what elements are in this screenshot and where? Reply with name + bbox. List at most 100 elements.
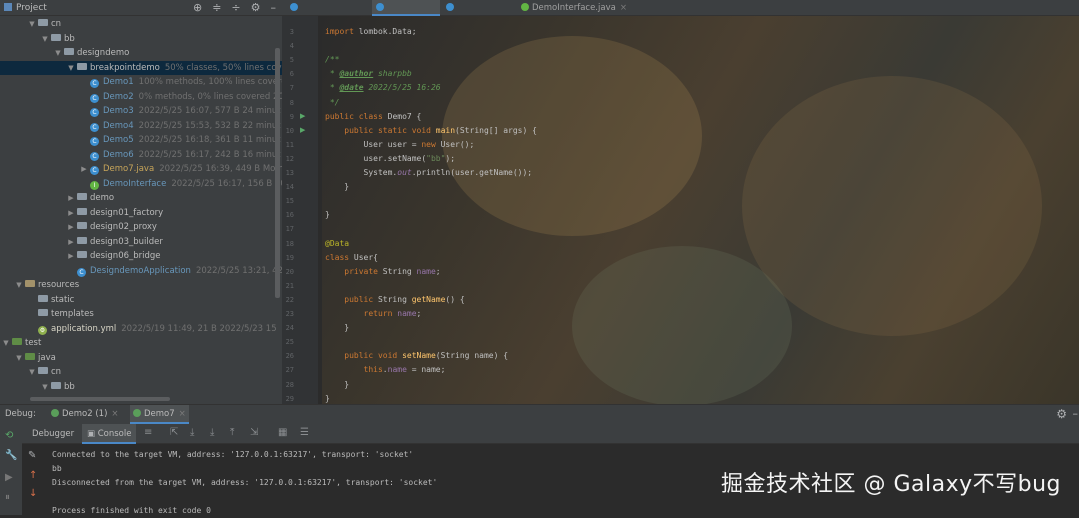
code-line: * @author sharpbb	[325, 67, 412, 81]
close-icon[interactable]: ×	[179, 409, 186, 419]
resume-icon[interactable]: ▶	[5, 472, 13, 483]
code-token: Demo7 {	[387, 111, 422, 121]
tree-item[interactable]: C Demo4 2022/5/25 15:53, 532 B 22 minut	[0, 119, 282, 134]
debug-label: Debug:	[5, 409, 36, 419]
run-icon[interactable]: ▶	[300, 126, 305, 134]
chevron-down-icon[interactable]: ▼	[1, 336, 11, 351]
code-token: out	[397, 168, 412, 177]
code-line: }	[325, 180, 349, 194]
line-number: 23	[285, 310, 294, 318]
chevron-right-icon[interactable]: ▶	[66, 235, 76, 250]
tree-item[interactable]: ▼ test	[0, 336, 282, 351]
tree-item[interactable]: ▼ designdemo	[0, 46, 282, 61]
menu-icon[interactable]: ≡	[144, 427, 152, 438]
chevron-right-icon[interactable]: ▶	[79, 162, 89, 177]
code-token: name	[397, 309, 417, 318]
show-execution-point-icon[interactable]: ⇱	[170, 427, 178, 438]
chevron-down-icon[interactable]: ▼	[40, 32, 50, 47]
tree-item[interactable]: ▶ C Demo7.java 2022/5/25 16:39, 449 B Mome	[0, 162, 282, 177]
tree-item[interactable]: C Demo1 100% methods, 100% lines covere	[0, 75, 282, 90]
console-icon: ▣	[87, 429, 98, 439]
tree-item-meta: 2022/5/25 16:17, 156 B 10	[171, 178, 282, 189]
folder-icon	[38, 367, 48, 374]
pause-icon[interactable]: ⏸	[5, 492, 10, 503]
tree-item[interactable]: static	[0, 293, 282, 308]
tree-item[interactable]: C Demo3 2022/5/25 16:07, 577 B 24 minut	[0, 104, 282, 119]
chevron-down-icon[interactable]: ▼	[53, 46, 63, 61]
step-into-icon[interactable]: ⤓	[210, 427, 214, 438]
tree-item[interactable]: ▶ design01_factory	[0, 206, 282, 221]
rerun-icon[interactable]: ⟲	[5, 430, 13, 441]
tree-item[interactable]: ▼ resources	[0, 278, 282, 293]
debug-session-tab[interactable]: Demo7 ×	[130, 405, 189, 424]
step-out-icon[interactable]: ⤒	[230, 427, 234, 438]
editor-tab[interactable]: Demo5.java×	[286, 0, 358, 29]
chevron-right-icon[interactable]: ▶	[66, 191, 76, 206]
gear-icon[interactable]: ⚙	[251, 1, 261, 14]
tree-item-label: DesigndemoApplication	[90, 265, 191, 276]
project-tree-scrollbar[interactable]	[275, 48, 280, 298]
expand-all-icon[interactable]: ÷	[231, 1, 240, 14]
tree-item[interactable]: C DesigndemoApplication 2022/5/25 13:21, 4…	[0, 264, 282, 279]
tree-item[interactable]: C Demo5 2022/5/25 16:18, 361 B 11 minut	[0, 133, 282, 148]
line-number: 22	[285, 295, 294, 304]
down-arrow-icon[interactable]: ↓	[29, 488, 37, 499]
chevron-down-icon[interactable]: ▼	[14, 351, 24, 366]
chevron-right-icon[interactable]: ▶	[66, 249, 76, 264]
tree-item[interactable]: C Demo2 0% methods, 0% lines covered 202	[0, 90, 282, 105]
code-token: ;	[435, 266, 441, 276]
tree-item[interactable]: ▶ design03_builder	[0, 235, 282, 250]
tree-item-label: DemoInterface	[103, 178, 167, 189]
project-panel-title[interactable]: Project	[4, 3, 47, 13]
tree-item[interactable]: ▶ demo	[0, 191, 282, 206]
tree-item[interactable]: ▼ java	[0, 351, 282, 366]
code-token: ;	[416, 309, 422, 318]
tree-item[interactable]: ▼ cn	[0, 17, 282, 32]
tree-item[interactable]: I DemoInterface 2022/5/25 16:17, 156 B 10	[0, 177, 282, 192]
minimize-icon[interactable]: –	[1073, 407, 1079, 420]
locate-icon[interactable]: ⊕	[193, 1, 202, 14]
collapse-all-icon[interactable]: ≑	[212, 1, 221, 14]
tree-item[interactable]: C Demo6 2022/5/25 16:17, 242 B 16 minut	[0, 148, 282, 163]
close-icon[interactable]: ×	[620, 3, 627, 13]
tree-item[interactable]: templates	[0, 307, 282, 322]
chevron-down-icon[interactable]: ▼	[27, 17, 37, 32]
evaluate-icon[interactable]: ▦	[278, 427, 287, 438]
project-tree-horizontal-scrollbar[interactable]	[30, 397, 170, 401]
debug-session-tab[interactable]: Demo2 (1) ×	[48, 405, 122, 424]
chevron-right-icon[interactable]: ▶	[66, 220, 76, 235]
clear-icon[interactable]: ✎	[28, 450, 36, 461]
tree-item[interactable]: ▼ bb	[0, 380, 282, 395]
chevron-down-icon[interactable]: ▼	[27, 365, 37, 380]
code-token: sharpbb	[373, 69, 412, 79]
project-panel: Project ⊕ ≑ ÷ ⚙ – ▼ cn ▼ bb ▼ designdemo ▼ brea…	[0, 0, 282, 404]
tree-item[interactable]: ▼ bb	[0, 32, 282, 47]
settings-list-icon[interactable]: ☰	[300, 427, 309, 438]
tab-debugger[interactable]: Debugger	[32, 424, 74, 444]
code-line: private String name;	[325, 265, 441, 279]
tab-console[interactable]: ▣ Console	[82, 424, 137, 444]
line-number: 4	[289, 42, 294, 51]
tree-item[interactable]: ▶ design06_bridge	[0, 249, 282, 264]
editor-tab[interactable]: Demo7.java×	[372, 0, 440, 29]
tree-item[interactable]: ▶ design02_proxy	[0, 220, 282, 235]
tree-item[interactable]: ⚙ application.yml 2022/5/19 11:49, 21 B 20…	[0, 322, 282, 337]
code-editor[interactable]: import lombok.Data; /** * @author sharpbb…	[322, 16, 1079, 404]
up-arrow-icon[interactable]: ↑	[29, 470, 37, 481]
chevron-down-icon[interactable]: ▼	[40, 380, 50, 395]
tree-item[interactable]: ▼ cn	[0, 365, 282, 380]
tree-item-meta: 2022/5/25 16:18, 361 B 11 minut	[138, 135, 281, 145]
step-over-icon[interactable]: ⤓	[190, 427, 194, 438]
wrench-icon[interactable]: 🔧	[5, 450, 17, 461]
close-icon[interactable]: ×	[111, 409, 118, 419]
chevron-down-icon[interactable]: ▼	[66, 61, 76, 76]
chevron-right-icon[interactable]: ▶	[66, 206, 76, 221]
minimize-icon[interactable]: –	[271, 1, 277, 14]
run-icon[interactable]: ▶	[300, 112, 305, 120]
tree-item[interactable]: ▼ breakpointdemo 50% classes, 50% lines co…	[0, 60, 282, 76]
editor-tab[interactable]: DemoInterface.java ×	[517, 0, 631, 16]
chevron-down-icon[interactable]: ▼	[14, 278, 24, 293]
gear-icon[interactable]: ⚙	[1056, 407, 1067, 421]
run-to-cursor-icon[interactable]: ⇲	[250, 427, 258, 438]
editor-tab[interactable]: Demo6.java×	[442, 0, 514, 29]
